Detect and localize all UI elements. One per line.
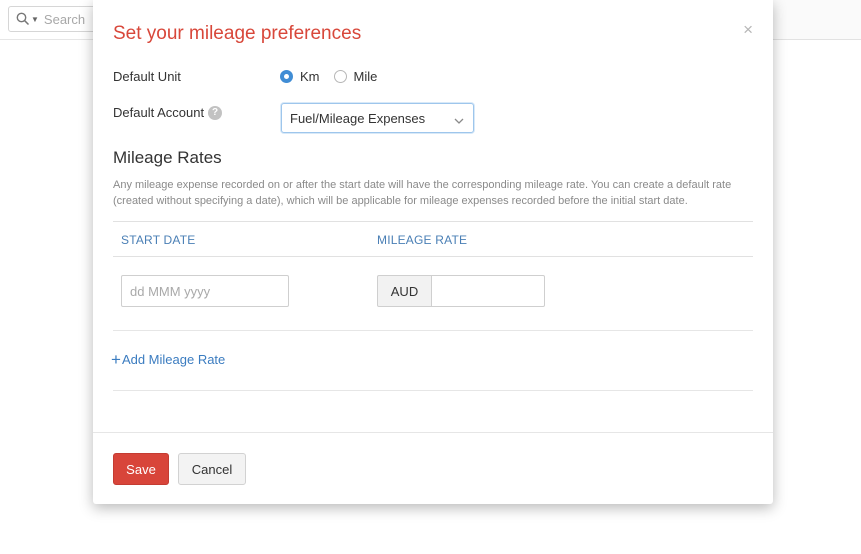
- radio-mile-label: Mile: [353, 69, 378, 84]
- currency-addon: AUD: [377, 275, 432, 307]
- default-unit-label: Default Unit: [113, 69, 181, 84]
- column-mileage-rate: MILEAGE RATE: [377, 233, 468, 247]
- app-topbar-right: [773, 0, 861, 40]
- add-mileage-rate-link[interactable]: + Add Mileage Rate: [111, 351, 225, 368]
- mileage-preferences-modal: Set your mileage preferences × Default U…: [93, 0, 773, 504]
- modal-title: Set your mileage preferences: [113, 23, 362, 44]
- add-row-container: + Add Mileage Rate: [111, 331, 753, 391]
- start-date-input[interactable]: [121, 275, 289, 307]
- default-unit-radio-group: Km Mile: [280, 69, 391, 84]
- radio-km-label: Km: [300, 69, 320, 84]
- radio-mile[interactable]: Mile: [333, 69, 378, 84]
- add-mileage-rate-label: Add Mileage Rate: [121, 352, 226, 367]
- table-header: START DATE MILEAGE RATE: [113, 221, 753, 257]
- mileage-rates-table: START DATE MILEAGE RATE AUD + Add Mileag…: [111, 221, 753, 391]
- modal-footer: Save Cancel: [93, 432, 773, 504]
- help-icon[interactable]: ?: [208, 105, 223, 120]
- search-placeholder: Search: [43, 11, 86, 27]
- default-account-label-text: Default Account: [113, 105, 205, 120]
- chevron-down-icon: [454, 113, 464, 124]
- mileage-rate-group: AUD: [377, 275, 545, 307]
- table-row: AUD: [113, 257, 753, 331]
- plus-icon: +: [111, 350, 121, 369]
- default-account-select[interactable]: Fuel/Mileage Expenses: [281, 103, 474, 133]
- radio-mile-indicator[interactable]: [333, 70, 347, 83]
- radio-km-indicator[interactable]: [280, 70, 293, 83]
- mileage-rates-title: Mileage Rates: [113, 148, 222, 167]
- chevron-down-icon: ▼: [31, 14, 39, 24]
- search-icon: [16, 12, 30, 26]
- default-account-selected: Fuel/Mileage Expenses: [290, 110, 426, 126]
- mileage-rate-input[interactable]: [432, 275, 545, 307]
- mileage-rates-help-text: Any mileage expense recorded on or after…: [113, 179, 732, 207]
- cancel-button[interactable]: Cancel: [178, 453, 246, 485]
- column-start-date: START DATE: [121, 233, 196, 247]
- radio-km[interactable]: Km: [280, 69, 320, 84]
- default-account-label: Default Account ?: [113, 105, 223, 120]
- save-button[interactable]: Save: [113, 453, 169, 485]
- close-icon[interactable]: ×: [743, 21, 753, 38]
